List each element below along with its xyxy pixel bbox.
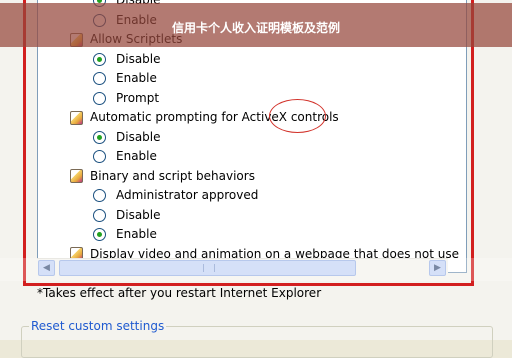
title-banner: 信用卡个人收入证明模板及范例 [0,3,512,47]
radio-button[interactable] [93,208,106,222]
radio-button[interactable] [93,228,106,241]
setting-category: Binary and script behaviors [38,167,255,186]
option-label: Disable [116,129,161,144]
radio-button[interactable] [93,52,106,66]
setting-option[interactable]: Disable [38,50,161,69]
setting-option[interactable]: Enable [38,225,157,244]
radio-button[interactable] [93,91,106,105]
radio-button[interactable] [93,189,106,202]
setting-option[interactable]: Administrator approved [38,186,258,205]
radio-button[interactable] [93,130,106,144]
radio-button[interactable] [93,72,106,85]
option-label: Enable [116,227,157,241]
setting-option[interactable]: Enable [38,69,157,88]
activex-annotation-circle [269,99,326,133]
settings-page-icon [70,169,83,183]
setting-option[interactable]: Disable [38,206,161,225]
option-label: Disable [116,51,161,66]
overlay-band [0,258,512,281]
setting-option[interactable]: Disable [38,128,161,147]
option-label: Prompt [116,90,160,105]
banner-title: 信用卡个人收入证明模板及范例 [171,21,340,35]
option-label: Enable [116,149,157,163]
option-label: Disable [116,207,161,222]
settings-page-icon [70,110,83,125]
category-label: Binary and script behaviors [90,168,255,183]
restart-footnote: *Takes effect after you restart Internet… [37,286,322,300]
option-label: Enable [116,71,157,85]
setting-option[interactable]: Prompt [38,89,159,108]
security-settings-panel: DisableEnableAllow ScriptletsDisableEnab… [0,0,512,358]
radio-button[interactable] [93,150,106,163]
option-label: Administrator approved [116,188,259,202]
reset-group-title: Reset custom settings [29,319,167,333]
setting-option[interactable]: Enable [38,147,157,166]
